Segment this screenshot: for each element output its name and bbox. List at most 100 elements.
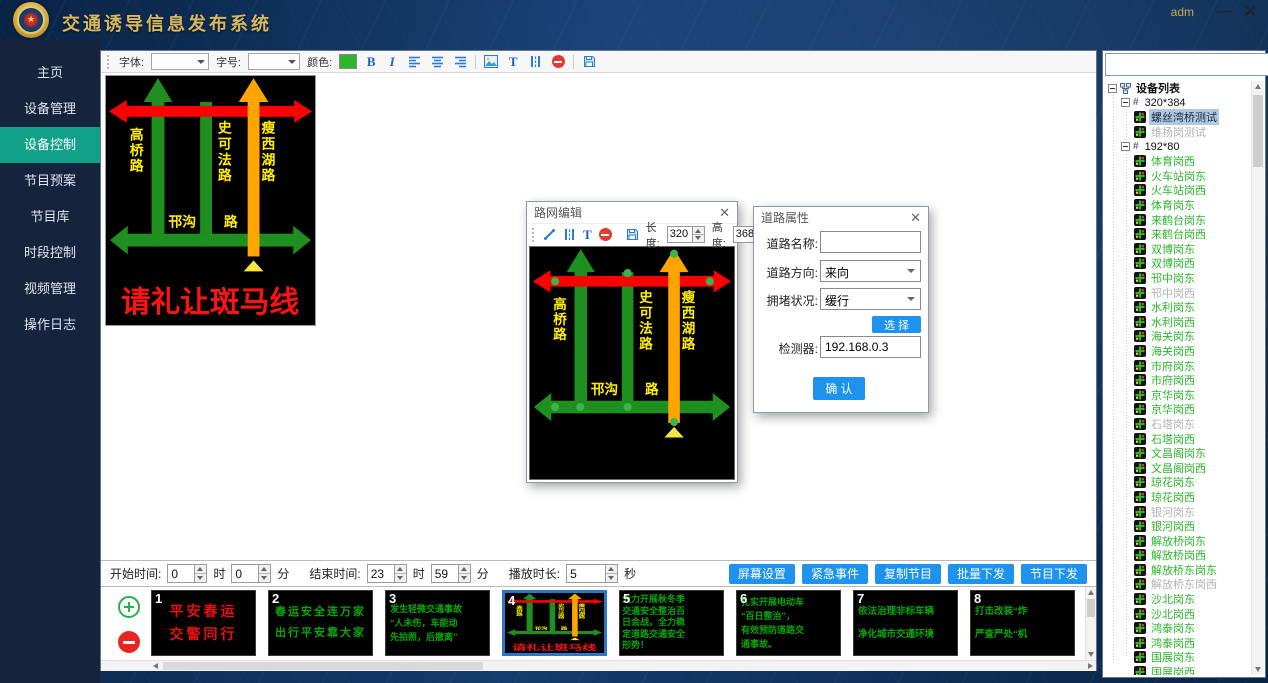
tree-device-item[interactable]: 海关岗西 <box>1106 344 1249 359</box>
tree-device-item[interactable]: 解放桥东岗东 <box>1106 563 1249 578</box>
schedule-button-批量下发[interactable]: 批量下发 <box>948 564 1014 584</box>
close-button[interactable]: ✕ <box>1240 2 1260 22</box>
scrollbar-thumb[interactable] <box>163 662 483 670</box>
tree-device-item[interactable]: 银河岗东 <box>1106 504 1249 519</box>
scroll-right-icon[interactable] <box>1088 663 1093 669</box>
tree-device-item[interactable]: 解放桥岗东 <box>1106 533 1249 548</box>
tree-device-item[interactable]: 来鹤台岗西 <box>1106 227 1249 242</box>
tree-root-item[interactable]: 设备列表 <box>1106 81 1249 96</box>
playlist-item-1[interactable]: 1平安春运交警同行 <box>151 590 256 656</box>
tree-device-item[interactable]: 国展岗东 <box>1106 650 1249 665</box>
road-name-input[interactable] <box>820 231 921 253</box>
playlist-item-8[interactable]: 8打击改装“炸严查严处“机 <box>970 590 1075 656</box>
tree-device-item[interactable]: 解放桥岗西 <box>1106 548 1249 563</box>
dialog-titlebar[interactable]: 路网编辑 ✕ <box>527 202 737 223</box>
tree-device-item[interactable]: 维扬岗测试 <box>1106 125 1249 140</box>
playlist-item-3[interactable]: 3发生轻微交通事故“人未伤，车能动先拍照，后撤离” <box>385 590 490 656</box>
scroll-left-icon[interactable] <box>153 663 158 669</box>
text-tool-icon[interactable]: T <box>583 227 592 243</box>
sidebar-item-1[interactable]: 主页 <box>0 55 100 91</box>
tree-device-item[interactable]: 鸿泰岗西 <box>1106 636 1249 651</box>
toolbar-grip-handle[interactable] <box>532 228 534 242</box>
tree-device-item[interactable]: 双博岗东 <box>1106 242 1249 257</box>
sidebar-item-3[interactable]: 设备控制 <box>0 127 100 163</box>
delete-element-icon[interactable] <box>550 54 566 70</box>
scroll-down-icon[interactable] <box>1088 652 1094 657</box>
congestion-select[interactable]: 缓行 <box>820 288 921 310</box>
tree-device-item[interactable]: 邗中岗西 <box>1106 285 1249 300</box>
schedule-button-节目下发[interactable]: 节目下发 <box>1021 564 1087 584</box>
start-minute-stepper[interactable]: 0 <box>231 564 271 583</box>
sidebar-item-6[interactable]: 时段控制 <box>0 235 100 271</box>
tree-device-item[interactable]: 来鹤台岗东 <box>1106 212 1249 227</box>
editor-canvas[interactable]: 高桥路史可法路瘦西湖路邗沟路请礼让斑马线 路网编辑 ✕ T <box>101 73 1096 560</box>
collapse-icon[interactable] <box>1121 98 1130 107</box>
toolbar-grip-handle[interactable] <box>107 55 110 69</box>
bold-button[interactable]: B <box>364 54 378 70</box>
end-minute-stepper[interactable]: 59 <box>431 564 471 583</box>
road-network-edit-canvas[interactable]: 高桥路史可法路瘦西湖路邗沟路 <box>529 246 735 480</box>
tree-device-item[interactable]: 京华岗东 <box>1106 387 1249 402</box>
tree-device-item[interactable]: 市府岗西 <box>1106 373 1249 388</box>
tree-device-item[interactable]: 沙北岗西 <box>1106 606 1249 621</box>
playlist-horizontal-scrollbar[interactable] <box>101 660 1096 671</box>
tree-device-item[interactable]: 文昌阁岗西 <box>1106 460 1249 475</box>
delete-element-icon[interactable] <box>599 227 612 243</box>
draw-line-icon[interactable] <box>543 227 556 243</box>
tree-device-item[interactable]: 海关岗东 <box>1106 329 1249 344</box>
sidebar-item-8[interactable]: 操作日志 <box>0 307 100 343</box>
collapse-icon[interactable] <box>1121 142 1130 151</box>
tree-device-item[interactable]: 银河岗西 <box>1106 519 1249 534</box>
schedule-button-复制节目[interactable]: 复制节目 <box>875 564 941 584</box>
start-minute-value[interactable]: 0 <box>232 565 258 582</box>
tree-device-item[interactable]: 解放桥东岗西 <box>1106 577 1249 592</box>
tree-device-item[interactable]: 体育岗东 <box>1106 198 1249 213</box>
length-stepper[interactable]: 320 <box>667 226 705 243</box>
tree-device-item[interactable]: 琼花岗东 <box>1106 475 1249 490</box>
tree-group-320*384[interactable]: # 320*384 <box>1106 96 1249 111</box>
align-left-icon[interactable] <box>406 54 422 70</box>
tree-device-item[interactable]: 水利岗西 <box>1106 315 1249 330</box>
play-duration-value[interactable]: 5 <box>567 565 605 582</box>
playlist-item-4[interactable]: 4高桥路史可法路瘦西湖路邗沟路请礼让斑马线 <box>502 590 607 656</box>
align-right-icon[interactable] <box>452 54 468 70</box>
minimize-button[interactable]: — <box>1214 2 1234 22</box>
playlist-item-2[interactable]: 2春运安全连万家出行平安靠大家 <box>268 590 373 656</box>
save-icon[interactable] <box>581 54 597 70</box>
tree-device-item[interactable]: 火车站岗东 <box>1106 169 1249 184</box>
playlist-item-7[interactable]: 7依法治理非标车辆净化城市交通环境 <box>853 590 958 656</box>
tree-device-item[interactable]: 石塔岗西 <box>1106 431 1249 446</box>
device-search-input[interactable] <box>1105 53 1268 76</box>
tree-device-item[interactable]: 邗中岗东 <box>1106 271 1249 286</box>
tree-device-item[interactable]: 石塔岗东 <box>1106 417 1249 432</box>
scroll-up-icon[interactable] <box>1255 84 1261 89</box>
color-swatch[interactable] <box>339 54 357 69</box>
sidebar-item-2[interactable]: 设备管理 <box>0 91 100 127</box>
tree-group-192*80[interactable]: # 192*80 <box>1106 139 1249 154</box>
tree-device-item[interactable]: 鸿泰岗东 <box>1106 621 1249 636</box>
tree-device-item[interactable]: 沙北岗东 <box>1106 592 1249 607</box>
dialog-titlebar[interactable]: 道路属性 ✕ <box>754 207 928 228</box>
tree-device-item[interactable]: 螺丝湾桥测试 <box>1106 110 1249 125</box>
sidebar-item-5[interactable]: 节目库 <box>0 199 100 235</box>
dialog-close-icon[interactable]: ✕ <box>910 207 921 228</box>
tree-device-item[interactable]: 水利岗东 <box>1106 300 1249 315</box>
sidebar-item-4[interactable]: 节目预案 <box>0 163 100 199</box>
scrollbar-thumb[interactable] <box>1087 599 1095 617</box>
confirm-button[interactable]: 确 认 <box>813 377 865 400</box>
save-icon[interactable] <box>626 227 639 243</box>
road-tool-icon[interactable] <box>527 54 543 70</box>
tree-device-item[interactable]: 国展岗西 <box>1106 665 1249 675</box>
insert-image-icon[interactable] <box>483 54 499 70</box>
tree-device-item[interactable]: 市府岗东 <box>1106 358 1249 373</box>
add-program-button[interactable] <box>118 596 140 618</box>
remove-program-button[interactable] <box>118 631 140 653</box>
playlist-item-5[interactable]: 5大力开展秋冬季交通安全整治百日会战，全力稳定道路交通安全形势！ <box>619 590 724 656</box>
end-minute-value[interactable]: 59 <box>432 565 458 582</box>
tree-device-item[interactable]: 京华岗西 <box>1106 402 1249 417</box>
schedule-button-屏幕设置[interactable]: 屏幕设置 <box>729 564 795 584</box>
tree-device-item[interactable]: 文昌阁岗东 <box>1106 446 1249 461</box>
schedule-button-紧急事件[interactable]: 紧急事件 <box>802 564 868 584</box>
play-duration-stepper[interactable]: 5 <box>566 564 618 583</box>
tree-device-item[interactable]: 体育岗西 <box>1106 154 1249 169</box>
